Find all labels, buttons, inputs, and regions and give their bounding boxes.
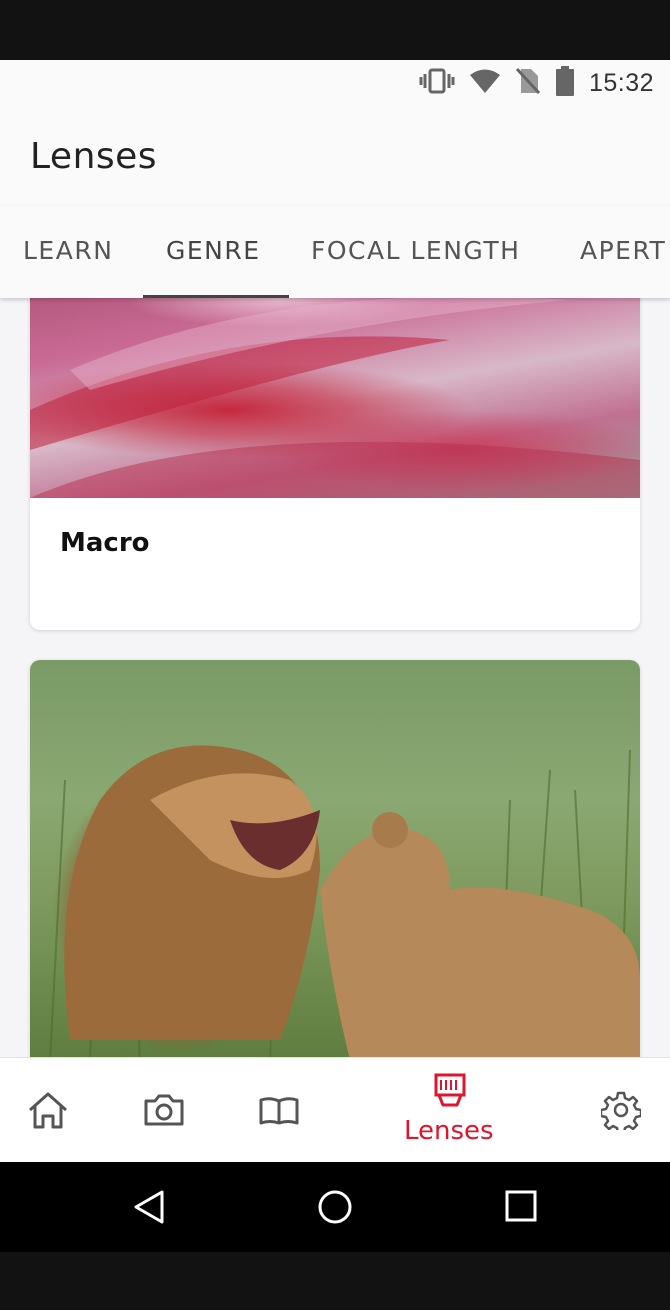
nav-home-button[interactable]	[26, 1090, 70, 1135]
battery-icon	[555, 65, 575, 101]
nav-lenses-button[interactable]	[433, 1073, 467, 1114]
lions-image	[30, 660, 640, 1060]
nav-lenses-label: Lenses	[404, 1116, 494, 1146]
nav-camera-button[interactable]	[143, 1093, 185, 1132]
genre-card-wildlife[interactable]	[30, 660, 640, 1080]
home-circle-icon[interactable]	[317, 1189, 353, 1230]
tab-selected-indicator	[143, 295, 289, 298]
status-time: 15:32	[588, 68, 654, 97]
top-black-bar	[0, 0, 670, 60]
page-title: Lenses	[30, 136, 158, 177]
bottom-black-bar	[0, 1252, 670, 1310]
tab-aperture[interactable]: APERT	[580, 236, 666, 265]
tab-focal-length[interactable]: FOCAL LENGTH	[311, 236, 520, 265]
vibrate-icon	[419, 68, 455, 99]
wifi-icon	[469, 68, 501, 99]
book-icon	[258, 1096, 300, 1131]
camera-icon	[143, 1093, 185, 1132]
tab-genre[interactable]: GENRE	[166, 236, 261, 265]
bottom-navigation: Lenses	[0, 1057, 670, 1162]
app-screen: 15:32 Lenses LEARN GENRE FOCAL LENGTH AP…	[0, 60, 670, 1162]
genre-tabs: LEARN GENRE FOCAL LENGTH APERT	[0, 206, 670, 298]
system-navigation-bar	[0, 1162, 670, 1252]
lens-icon	[433, 1073, 467, 1114]
card-label: Macro	[60, 528, 150, 558]
genre-card-macro[interactable]: Macro	[30, 260, 640, 630]
status-bar: 15:32	[0, 60, 670, 106]
tab-learn[interactable]: LEARN	[23, 236, 113, 265]
nav-learn-button[interactable]	[258, 1096, 300, 1131]
gear-icon	[599, 1090, 643, 1135]
no-sim-icon	[515, 67, 541, 100]
app-bar: Lenses	[0, 106, 670, 206]
recents-icon[interactable]	[505, 1190, 537, 1227]
nav-settings-button[interactable]	[599, 1090, 643, 1135]
home-icon	[26, 1090, 70, 1135]
back-icon[interactable]	[132, 1189, 166, 1230]
